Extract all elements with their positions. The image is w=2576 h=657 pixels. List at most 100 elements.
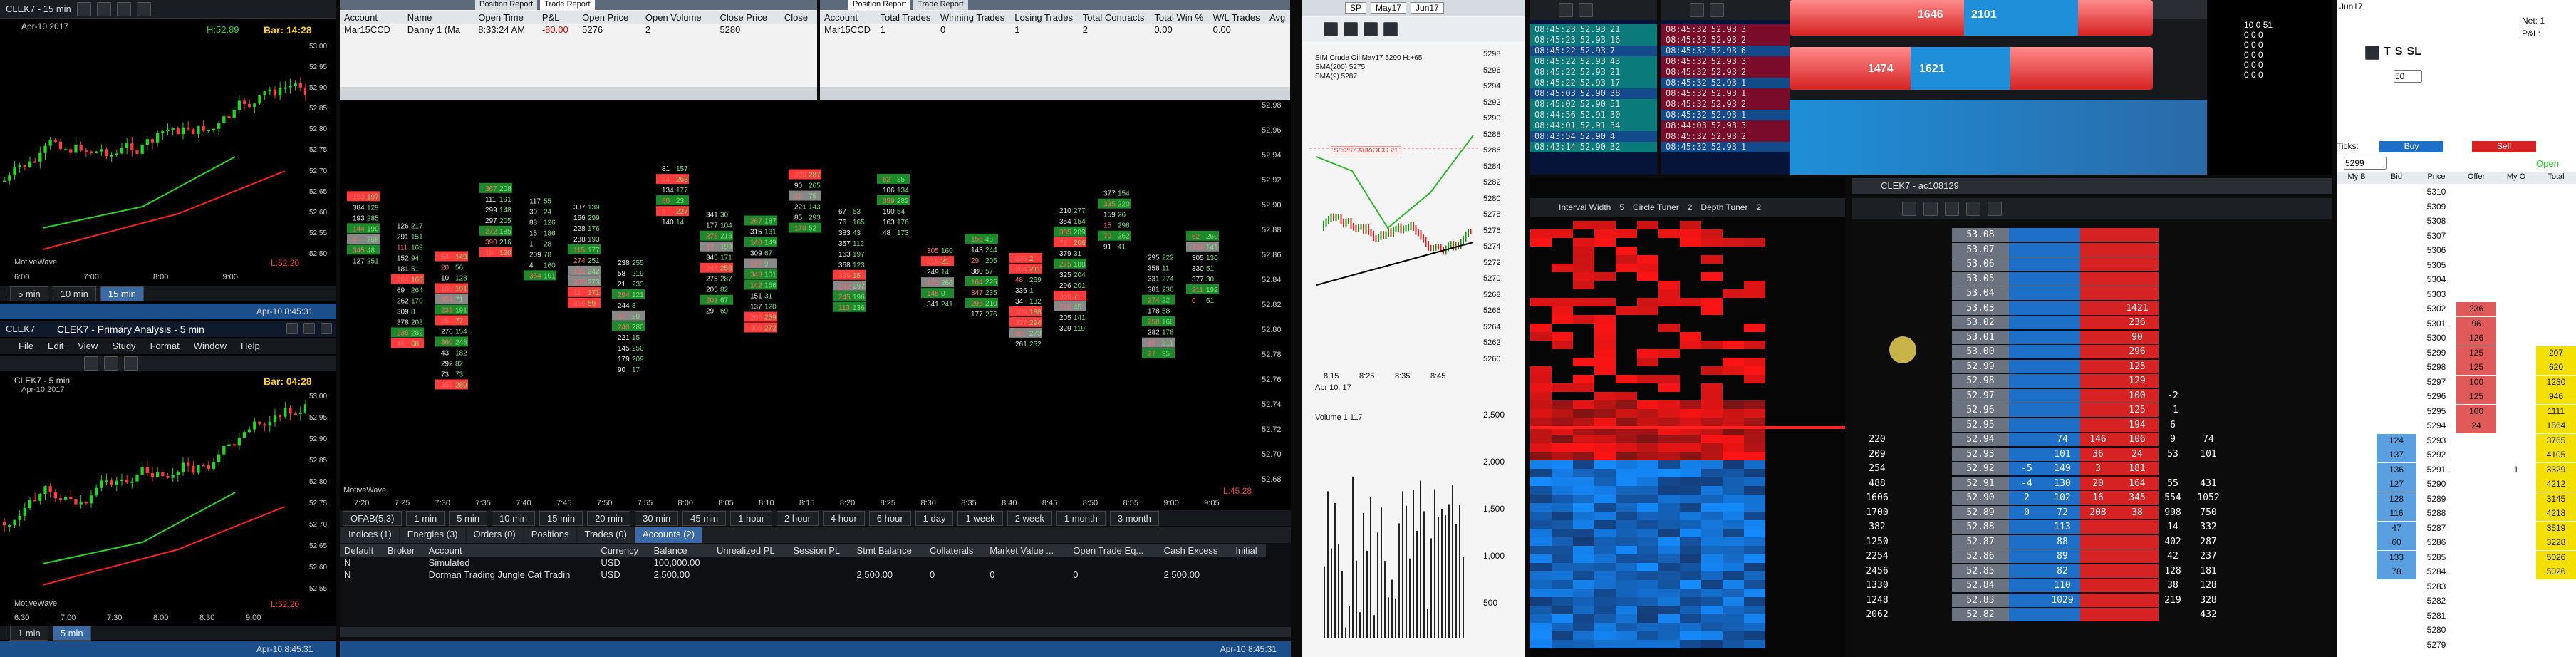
- ladder-row[interactable]: 78 5284 5026: [2337, 565, 2576, 579]
- mini-price-chart[interactable]: [1309, 50, 1480, 371]
- column-header[interactable]: Total Trades: [876, 11, 936, 24]
- dom-row[interactable]: 1250 52.87 88 402 287: [1852, 534, 2332, 549]
- ladder-row[interactable]: 5301 96: [2337, 316, 2576, 331]
- column-header[interactable]: My B: [2337, 172, 2377, 184]
- dom-row[interactable]: 254 52.92 -5 149 3 181: [1852, 462, 2332, 475]
- tab-accounts[interactable]: Accounts (2): [635, 527, 702, 543]
- column-header[interactable]: Losing Trades: [1010, 11, 1079, 24]
- column-header[interactable]: Close Price: [715, 11, 779, 24]
- interval-width-value[interactable]: 5: [1619, 202, 1624, 212]
- s-button[interactable]: S: [2395, 46, 2403, 60]
- ladder-row[interactable]: 124 5293 3765: [2337, 433, 2576, 448]
- symbol-select[interactable]: SP: [1345, 2, 1367, 14]
- column-header[interactable]: Market Value ...: [985, 544, 1069, 557]
- ladder-row[interactable]: 5298 125 620: [2337, 361, 2576, 375]
- menu-view[interactable]: View: [78, 338, 98, 354]
- timeframe-2-hour[interactable]: 2 hour: [777, 510, 819, 526]
- column-header[interactable]: P&L: [538, 11, 578, 24]
- ladder-row[interactable]: 5304: [2337, 273, 2576, 287]
- column-header[interactable]: Bid: [2377, 172, 2416, 184]
- dom-row[interactable]: 1606 52.90 2 102 16 345 554 1052: [1852, 491, 2332, 505]
- ladder-row[interactable]: 5306: [2337, 244, 2576, 258]
- tab-trades[interactable]: Trades (0): [577, 527, 634, 543]
- price-input[interactable]: [2344, 157, 2387, 170]
- month-select-1[interactable]: May17: [1371, 2, 1407, 14]
- column-header[interactable]: Unrealized PL: [712, 544, 789, 557]
- study-label[interactable]: OFAB(5,3): [343, 510, 402, 526]
- sell-bar[interactable]: 1474 1621: [1790, 47, 2153, 90]
- dom-row[interactable]: 53.06: [1852, 257, 2332, 271]
- symbol-label[interactable]: CLEK7 - 15 min: [6, 4, 71, 14]
- month-select-2[interactable]: Jun17: [1411, 2, 1444, 14]
- dom-row[interactable]: 2062 52.82 432: [1852, 608, 2332, 621]
- sl-button[interactable]: SL: [2406, 46, 2421, 60]
- footprint-chart[interactable]: 153 197 384 129 193 285 144 190 6 269 345 48 127 251 1…: [340, 101, 1291, 511]
- sell-button[interactable]: Sell: [2472, 141, 2536, 152]
- ladder-row[interactable]: 5300 126: [2337, 331, 2576, 346]
- zoom-icon[interactable]: [104, 356, 118, 371]
- ladder-row[interactable]: 127 5290 4212: [2337, 477, 2576, 492]
- ladder-row[interactable]: 47 5287 3519: [2337, 521, 2576, 536]
- column-header[interactable]: Total: [2536, 172, 2576, 184]
- dom-row[interactable]: 220 52.94 74 146 106 9 74: [1852, 433, 2332, 446]
- menu-study[interactable]: Study: [112, 338, 135, 354]
- ladder-row[interactable]: 60 5286 3228: [2337, 536, 2576, 550]
- column-header[interactable]: Account: [425, 544, 597, 557]
- menu-help[interactable]: Help: [241, 338, 260, 354]
- column-header[interactable]: Cash Excess: [1160, 544, 1232, 557]
- tab-energies[interactable]: Energies (3): [400, 527, 465, 543]
- dom-row[interactable]: 52.99 125: [1852, 359, 2332, 373]
- volume-chart[interactable]: [1309, 410, 1480, 652]
- close-icon[interactable]: [321, 323, 332, 334]
- column-header[interactable]: Avg: [1265, 11, 1290, 24]
- close-icon[interactable]: [2365, 46, 2379, 60]
- column-header[interactable]: My O: [2496, 172, 2536, 184]
- column-header[interactable]: Open Time: [474, 11, 538, 24]
- minimize-icon[interactable]: [286, 323, 298, 334]
- column-header[interactable]: Open Price: [578, 11, 641, 24]
- timeframe-1-day[interactable]: 1 day: [915, 510, 954, 526]
- ladder-row[interactable]: 5282: [2337, 594, 2576, 609]
- ladder-row[interactable]: 5309: [2337, 200, 2576, 214]
- menu-edit[interactable]: Edit: [48, 338, 63, 354]
- buy-bar[interactable]: 1646 2101: [1790, 0, 2153, 36]
- timeframe-1-week[interactable]: 1 week: [957, 510, 1003, 526]
- timeframe-1-month[interactable]: 1 month: [1056, 510, 1106, 526]
- column-header[interactable]: Currency: [596, 544, 649, 557]
- column-header[interactable]: Winning Trades: [936, 11, 1010, 24]
- interval-5min[interactable]: 5 min: [52, 625, 91, 641]
- ladder-row[interactable]: 5307: [2337, 229, 2576, 244]
- lock-icon[interactable]: [1923, 202, 1938, 216]
- table-row[interactable]: Mar15CCD 1 0 1 2 0.00 0.00: [820, 24, 1290, 36]
- ladder-row[interactable]: 133 5285 5026: [2337, 550, 2576, 565]
- dom-row[interactable]: 52.97 100 -2: [1852, 388, 2332, 403]
- column-header[interactable]: Open Volume: [641, 11, 716, 24]
- ladder-row[interactable]: 5281: [2337, 609, 2576, 624]
- column-header[interactable]: Default: [340, 544, 383, 557]
- ladder-row[interactable]: 5303: [2337, 288, 2576, 302]
- tab-position-report[interactable]: Position Report: [848, 0, 911, 10]
- interval-1min[interactable]: 1 min: [10, 625, 48, 641]
- ladder-row[interactable]: 5308: [2337, 214, 2576, 229]
- draw-icon[interactable]: [124, 356, 138, 371]
- column-header[interactable]: Close: [780, 11, 817, 24]
- zoom-icon[interactable]: [1383, 22, 1398, 36]
- ladder-row[interactable]: 5310: [2337, 185, 2576, 200]
- t-button[interactable]: T: [2384, 46, 2391, 60]
- column-header[interactable]: Stmt Balance: [853, 544, 925, 557]
- timeframe-30-min[interactable]: 30 min: [635, 510, 679, 526]
- timeframe-1-hour[interactable]: 1 hour: [730, 510, 773, 526]
- interval-10min[interactable]: 10 min: [52, 286, 96, 301]
- globe-icon[interactable]: [1559, 3, 1573, 17]
- chart-icon[interactable]: [1945, 202, 1959, 216]
- horizontal-scrollbar[interactable]: [340, 87, 817, 100]
- dom-row[interactable]: 1248 52.83 1029 219 328: [1852, 593, 2332, 607]
- ladder-row[interactable]: 5297 100 1230: [2337, 375, 2576, 390]
- draw-icon[interactable]: [136, 1, 151, 16]
- column-header[interactable]: Balance: [650, 544, 712, 557]
- column-header[interactable]: Offer: [2456, 172, 2496, 184]
- dom-row[interactable]: 2456 52.85 82 128 181: [1852, 564, 2332, 578]
- chart1-candles[interactable]: [0, 43, 306, 271]
- tab-trade-report[interactable]: Trade Report: [540, 0, 595, 10]
- maximize-icon[interactable]: [303, 323, 315, 334]
